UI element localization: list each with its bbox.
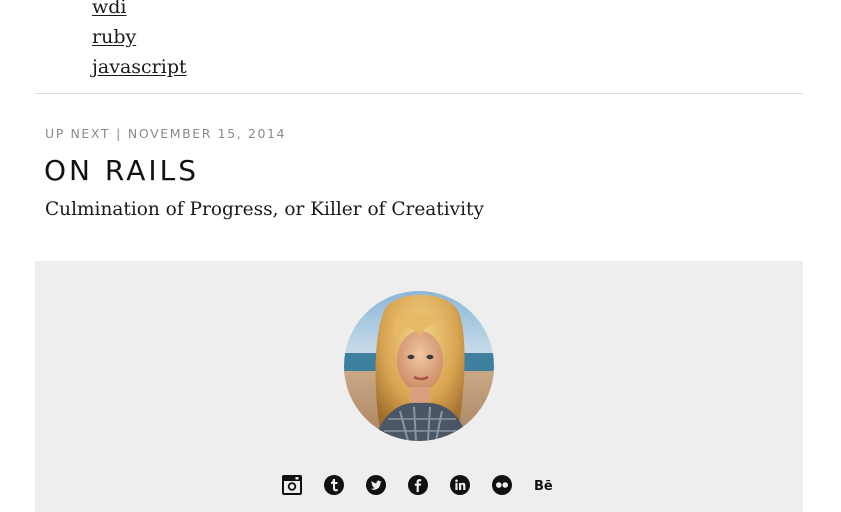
up-next-meta: UP NEXT | NOVEMBER 15, 2014 (45, 126, 286, 141)
instagram-icon (282, 475, 302, 495)
up-next-date: NOVEMBER 15, 2014 (127, 126, 287, 141)
instagram-link[interactable] (271, 473, 313, 497)
linkedin-link[interactable] (439, 473, 481, 497)
section-divider (35, 93, 803, 94)
next-post-title-link[interactable]: ON RAILS (44, 154, 199, 187)
facebook-icon (408, 475, 428, 495)
linkedin-icon (450, 475, 470, 495)
tag-item: ruby (92, 22, 187, 52)
tumblr-icon (324, 475, 344, 495)
up-next-label: UP NEXT (45, 126, 111, 141)
next-post-subtitle: Culmination of Progress, or Killer of Cr… (45, 199, 484, 220)
tag-item: javascript (92, 52, 187, 82)
tumblr-link[interactable] (313, 473, 355, 497)
twitter-link[interactable] (355, 473, 397, 497)
site-footer: Bē (35, 261, 803, 512)
author-avatar (344, 291, 494, 441)
behance-link[interactable]: Bē (523, 473, 565, 497)
flickr-link[interactable] (481, 473, 523, 497)
tag-item: wdi (92, 0, 187, 22)
twitter-icon (366, 475, 386, 495)
facebook-link[interactable] (397, 473, 439, 497)
tag-link-ruby[interactable]: ruby (92, 26, 136, 48)
tag-list: wdi ruby javascript (92, 0, 187, 82)
svg-text:Bē: Bē (534, 479, 553, 494)
flickr-icon (492, 475, 512, 495)
tag-link-javascript[interactable]: javascript (92, 56, 187, 78)
social-links: Bē (271, 473, 565, 497)
meta-separator: | (116, 126, 122, 141)
behance-icon: Bē (534, 479, 553, 494)
tag-link-wdi[interactable]: wdi (92, 0, 127, 18)
